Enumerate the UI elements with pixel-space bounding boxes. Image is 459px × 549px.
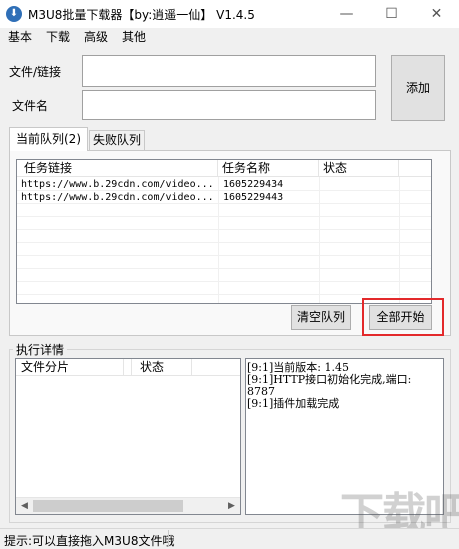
scroll-right-icon[interactable]: ▶ [223, 498, 240, 514]
fragment-list[interactable] [15, 358, 241, 515]
clear-queue-button[interactable]: 清空队列 [291, 305, 351, 330]
close-button[interactable]: ✕ [414, 0, 459, 28]
status-hint: 提示:可以直接拖入M3U8文件哦 [4, 534, 175, 548]
scroll-left-icon[interactable]: ◀ [16, 498, 33, 514]
file-link-label: 文件/链接 [9, 65, 62, 79]
file-name-input[interactable] [82, 90, 376, 120]
file-name-label: 文件名 [12, 99, 49, 113]
column-fragment-status[interactable]: 状态 [132, 359, 192, 376]
menu-download[interactable]: 下载 [46, 28, 70, 46]
status-separator [168, 530, 169, 547]
add-button[interactable]: 添加 [391, 55, 445, 121]
minimize-button[interactable]: — [324, 0, 369, 28]
window-title: M3U8批量下载器【by:逍遥一仙】 V1.4.5 [28, 8, 255, 22]
details-group-title: 执行详情 [13, 341, 68, 358]
grid-line [17, 229, 431, 230]
column-separator [124, 359, 132, 376]
start-all-button[interactable]: 全部开始 [369, 305, 432, 330]
tab-failed-queue[interactable]: 失败队列 [89, 130, 145, 150]
grid-line [17, 255, 431, 256]
maximize-button[interactable]: ☐ [369, 0, 414, 28]
grid-line [17, 216, 431, 217]
menu-basic[interactable]: 基本 [8, 28, 32, 46]
grid-line [17, 268, 431, 269]
grid-line [319, 177, 320, 303]
row-1-name[interactable]: 1605229434 [223, 178, 283, 191]
column-task-name[interactable]: 任务名称 [218, 160, 319, 177]
row-2-link[interactable]: https://www.b.29cdn.com/video... [21, 191, 214, 204]
menu-other[interactable]: 其他 [122, 28, 146, 46]
grid-line [17, 294, 431, 295]
column-status[interactable]: 状态 [319, 160, 399, 177]
app-download-icon: ⬇ [6, 6, 22, 22]
column-task-link[interactable]: 任务链接 [17, 160, 218, 177]
scroll-thumb[interactable] [33, 500, 183, 512]
file-link-input[interactable] [82, 55, 376, 87]
grid-line [218, 177, 219, 303]
horizontal-scrollbar[interactable]: ◀ ▶ [16, 497, 240, 514]
row-2-name[interactable]: 1605229443 [223, 191, 283, 204]
tab-current-queue[interactable]: 当前队列(2) [9, 127, 88, 151]
grid-line [17, 281, 431, 282]
column-fragment[interactable]: 文件分片 [16, 359, 124, 376]
grid-line [399, 177, 400, 303]
menu-advanced[interactable]: 高级 [84, 28, 108, 46]
row-1-link[interactable]: https://www.b.29cdn.com/video... [21, 178, 214, 191]
grid-line [17, 242, 431, 243]
log-line: [9:1]插件加载完成 [247, 397, 340, 410]
